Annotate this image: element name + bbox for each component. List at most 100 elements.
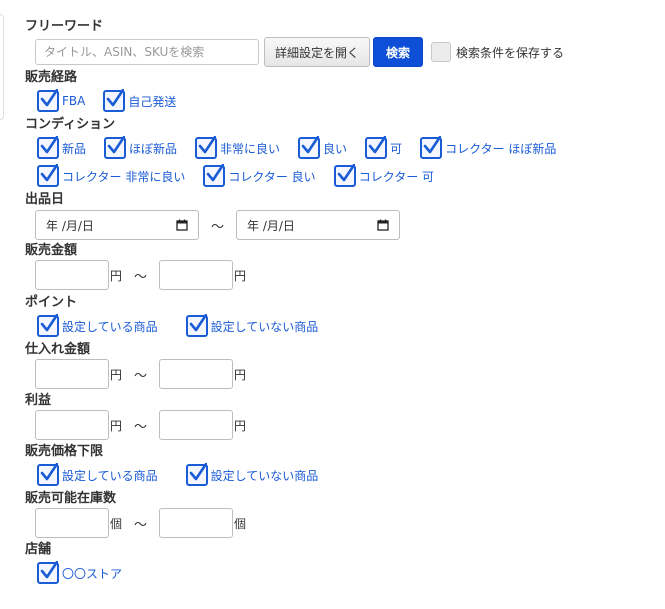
stock-min-input[interactable] — [35, 508, 109, 538]
profit-label: 利益 — [25, 393, 52, 408]
panel-edge — [0, 14, 4, 120]
condition-options-row-2: コレクター 非常に良い コレクター 良い コレクター 可 — [25, 162, 655, 190]
channel-option-fba[interactable]: FBA — [37, 89, 86, 112]
condition-option-collector-acceptable[interactable]: コレクター 可 — [333, 164, 435, 187]
range-tilde: 〜 — [134, 368, 148, 384]
free-word-search-input[interactable] — [35, 39, 259, 65]
range-tilde: 〜 — [211, 219, 225, 235]
calendar-icon[interactable] — [377, 219, 389, 231]
condition-option-acceptable[interactable]: 可 — [365, 136, 403, 159]
profit-max-input[interactable] — [159, 410, 234, 440]
listing-date-from-input[interactable]: 年 /月/日 — [35, 210, 199, 240]
sale-price-max-input[interactable] — [159, 260, 234, 290]
purchase-price-max-input[interactable] — [159, 359, 234, 389]
checkbox-label: コレクター 良い — [228, 169, 316, 184]
checkbox-label: 設定している商品 — [62, 319, 158, 334]
checkbox-checked-icon — [195, 136, 218, 159]
points-option-not-set[interactable]: 設定していない商品 — [185, 314, 319, 337]
condition-option-collector-good[interactable]: コレクター 良い — [203, 164, 316, 187]
checkbox-checked-icon — [185, 314, 208, 337]
save-conditions-checkbox[interactable] — [431, 42, 452, 62]
channel-options: FBA 自己発送 — [25, 87, 655, 115]
stock-max-input[interactable] — [159, 508, 234, 538]
checkbox-label: 設定していない商品 — [210, 319, 319, 334]
date-placeholder: 年 /月/日 — [247, 218, 295, 233]
range-tilde: 〜 — [134, 269, 148, 285]
free-word-row: 詳細設定を開く 検索 検索条件を保存する — [25, 36, 655, 68]
checkbox-label: 設定していない商品 — [210, 468, 319, 483]
condition-option-good[interactable]: 良い — [298, 136, 348, 159]
checkbox-checked-icon — [37, 164, 59, 187]
points-label: ポイント — [25, 295, 78, 310]
search-filter-form: フリーワード 詳細設定を開く 検索 検索条件を保存する 販売経路 FBA 自己発… — [25, 17, 655, 587]
checkbox-checked-icon — [37, 314, 59, 337]
checkbox-label: 自己発送 — [128, 94, 177, 109]
checkbox-checked-icon — [37, 463, 59, 486]
checkbox-label: 良い — [323, 141, 348, 156]
checkbox-checked-icon — [37, 136, 59, 159]
checkbox-label: FBA — [62, 94, 86, 108]
range-tilde: 〜 — [134, 517, 148, 533]
checkbox-label: コレクター 非常に良い — [62, 169, 186, 184]
purchase-price-min-input[interactable] — [35, 359, 109, 389]
store-option[interactable]: 〇〇ストア — [37, 561, 123, 584]
sale-price-min-input[interactable] — [35, 260, 109, 290]
purchase-price-label: 仕入れ金額 — [25, 342, 91, 357]
checkbox-label: 〇〇ストア — [62, 566, 123, 581]
checkbox-label: コレクター ほぼ新品 — [445, 141, 557, 156]
stock-label: 販売可能在庫数 — [25, 491, 117, 506]
store-label: 店舗 — [25, 542, 52, 557]
listing-date-label: 出品日 — [25, 192, 65, 207]
checkbox-label: ほぼ新品 — [129, 141, 178, 156]
checkbox-checked-icon — [103, 89, 126, 112]
checkbox-label: コレクター 可 — [358, 169, 435, 184]
unit-yen: 円 — [110, 418, 123, 433]
condition-option-collector-like-new[interactable]: コレクター ほぼ新品 — [420, 136, 557, 159]
condition-option-new[interactable]: 新品 — [37, 136, 86, 159]
min-price-options: 設定している商品 設定していない商品 — [25, 461, 655, 489]
condition-label: コンディション — [25, 117, 116, 132]
checkbox-label: 設定している商品 — [62, 468, 158, 483]
checkbox-checked-icon — [420, 136, 443, 159]
listing-date-to-input[interactable]: 年 /月/日 — [236, 210, 401, 240]
unit-yen: 円 — [234, 418, 247, 433]
calendar-icon[interactable] — [176, 219, 188, 231]
min-price-label: 販売価格下限 — [25, 444, 104, 459]
profit-row: 円 〜 円 — [25, 410, 655, 440]
checkbox-checked-icon — [203, 164, 226, 187]
save-conditions-label: 検索条件を保存する — [456, 45, 565, 60]
checkbox-checked-icon — [185, 463, 208, 486]
checkbox-label: 非常に良い — [220, 141, 281, 156]
unit-pieces: 個 — [110, 516, 123, 531]
date-placeholder: 年 /月/日 — [46, 218, 94, 233]
listing-date-row: 年 /月/日 〜 年 /月/日 — [25, 209, 655, 241]
min-price-option-set[interactable]: 設定している商品 — [37, 463, 158, 486]
sale-price-label: 販売金額 — [25, 243, 78, 258]
min-price-option-not-set[interactable]: 設定していない商品 — [185, 463, 319, 486]
range-tilde: 〜 — [134, 419, 148, 435]
unit-yen: 円 — [234, 268, 247, 283]
sale-price-row: 円 〜 円 — [25, 260, 655, 290]
condition-option-like-new[interactable]: ほぼ新品 — [104, 136, 178, 159]
channel-label: 販売経路 — [25, 70, 78, 85]
checkbox-checked-icon — [37, 561, 59, 584]
free-word-label: フリーワード — [25, 19, 104, 34]
purchase-price-row: 円 〜 円 — [25, 359, 655, 389]
points-option-set[interactable]: 設定している商品 — [37, 314, 158, 337]
condition-options-row-1: 新品 ほぼ新品 非常に良い 良い 可 コレクター ほぼ新品 — [25, 134, 655, 162]
checkbox-checked-icon — [365, 136, 388, 159]
checkbox-checked-icon — [37, 89, 59, 112]
condition-option-very-good[interactable]: 非常に良い — [195, 136, 281, 159]
unit-yen: 円 — [234, 367, 247, 382]
profit-min-input[interactable] — [35, 410, 109, 440]
unit-yen: 円 — [110, 268, 123, 283]
checkbox-checked-icon — [333, 164, 356, 187]
channel-option-self-ship[interactable]: 自己発送 — [103, 89, 177, 112]
checkbox-checked-icon — [104, 136, 127, 159]
checkbox-label: 可 — [390, 141, 403, 156]
unit-pieces: 個 — [234, 516, 247, 531]
search-button[interactable]: 検索 — [373, 37, 424, 67]
stock-row: 個 〜 個 — [25, 508, 655, 538]
open-detail-settings-button[interactable]: 詳細設定を開く — [264, 37, 371, 67]
condition-option-collector-very-good[interactable]: コレクター 非常に良い — [37, 164, 186, 187]
